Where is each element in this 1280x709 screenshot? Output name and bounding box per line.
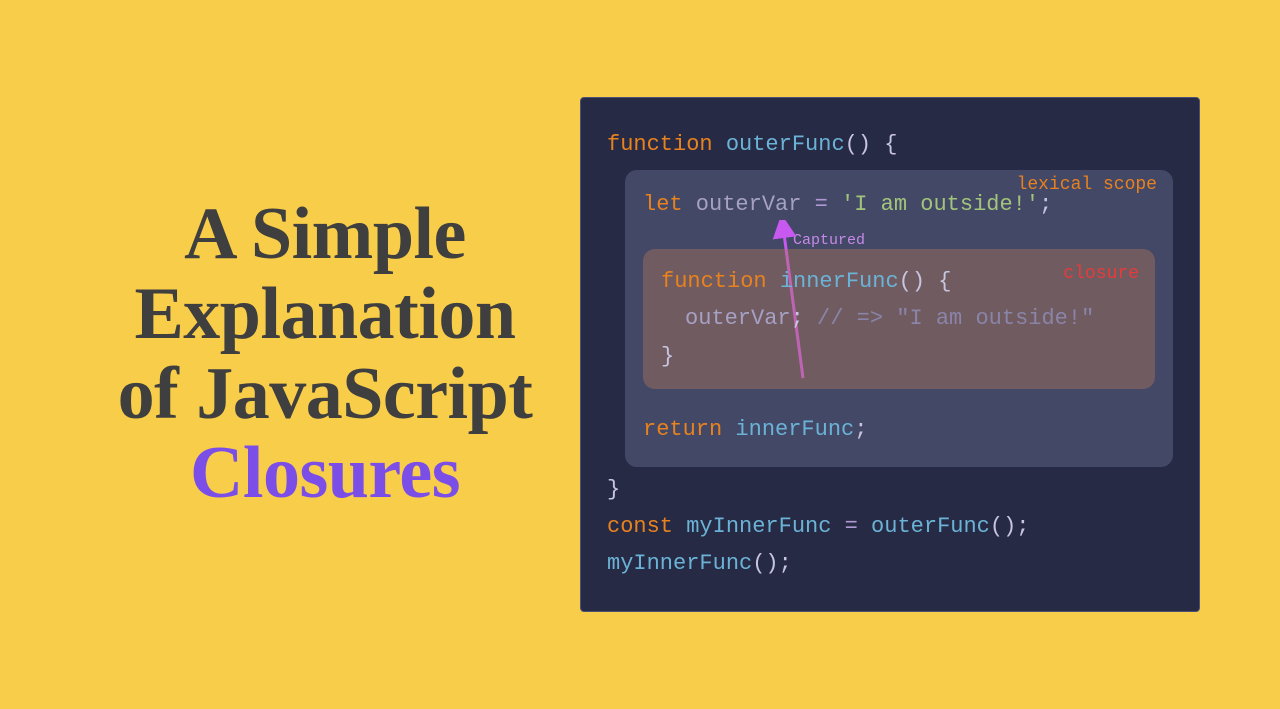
code-line-9: myInnerFunc(); [607, 545, 1173, 582]
code-line-1: function outerFunc() { [607, 126, 1173, 163]
closure-box: closure function innerFunc() { outerVar;… [643, 249, 1155, 389]
code-panel: function outerFunc() { lexical scope Cap… [580, 97, 1230, 612]
title-line-2: Explanation [134, 273, 515, 355]
title-line-1: A Simple [184, 193, 466, 275]
code-line-7: } [607, 471, 1173, 508]
closure-label: closure [1063, 259, 1139, 290]
title-heading: A Simple Explanation of JavaScript Closu… [90, 195, 560, 515]
code-window: function outerFunc() { lexical scope Cap… [580, 97, 1200, 612]
title-closures: Closures [190, 432, 460, 514]
code-line-8: const myInnerFunc = outerFunc(); [607, 508, 1173, 545]
lexical-scope-box: lexical scope Captured let outerVar = 'I… [625, 170, 1173, 467]
title-panel: A Simple Explanation of JavaScript Closu… [0, 195, 580, 515]
code-line-6: return innerFunc; [643, 411, 1155, 448]
title-line-3: of JavaScript [118, 353, 533, 435]
code-line-4: outerVar; // => "I am outside!" [661, 300, 1137, 337]
code-line-5: } [661, 338, 1137, 375]
lexical-scope-label: lexical scope [1017, 170, 1157, 201]
